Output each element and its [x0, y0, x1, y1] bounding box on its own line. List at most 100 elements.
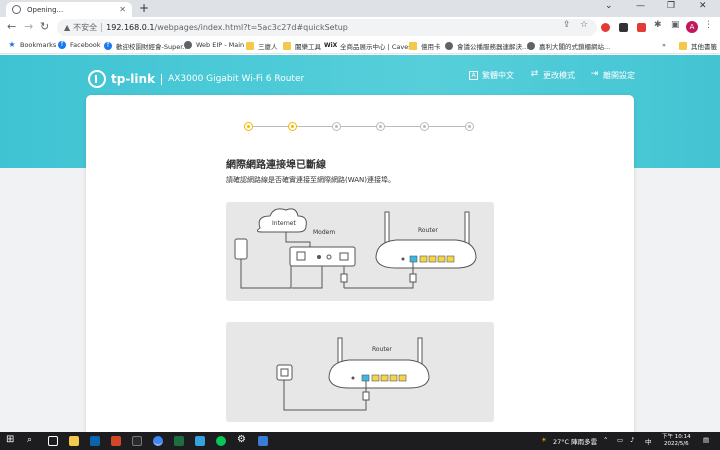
language-button[interactable]: A 繁體中文: [469, 70, 514, 81]
change-mode-button[interactable]: ⇄ 更改模式: [530, 70, 575, 81]
settings-gear-icon[interactable]: ⚙: [237, 434, 247, 445]
bookmark-item[interactable]: f Facebook: [58, 41, 101, 49]
loading-icon: [12, 5, 21, 14]
bookmark-item[interactable]: 嘉利大閣的式鎖櫃網站...: [527, 41, 610, 51]
facebook-icon: f: [58, 41, 66, 49]
star-icon: ★: [8, 40, 16, 49]
powerpoint-icon[interactable]: [111, 436, 121, 446]
network-icon[interactable]: ▭: [617, 436, 623, 444]
line-icon[interactable]: [216, 436, 226, 446]
menu-kebab-icon[interactable]: ⋮: [704, 20, 713, 30]
globe-icon: [445, 42, 453, 50]
chevron-right-icon: »: [662, 41, 666, 49]
new-tab-button[interactable]: +: [139, 1, 149, 15]
extension-dark-icon[interactable]: [619, 23, 628, 32]
divider: [101, 23, 103, 32]
excel-icon[interactable]: [174, 436, 184, 446]
minimize-button[interactable]: —: [636, 1, 645, 11]
weather-text[interactable]: 27°C 陣雨多雲: [553, 436, 597, 446]
step-6: [465, 122, 474, 131]
router-page: tp-link AX3000 Gigabit Wi-Fi 6 Router A …: [0, 55, 720, 432]
bookmark-label: 億用卡: [421, 43, 441, 51]
profile-avatar[interactable]: A: [686, 21, 698, 33]
app-icon[interactable]: [195, 436, 205, 446]
divider: [161, 73, 163, 85]
clock-date: 2022/5/6: [663, 441, 689, 447]
close-window-button[interactable]: ✕: [699, 1, 707, 11]
windows-start-icon[interactable]: ⊞: [6, 434, 16, 445]
bookmark-item[interactable]: f 歡迎校園財經會-Super...: [104, 41, 189, 51]
step-2: [288, 122, 297, 131]
bookmark-label: Web EIP - Main: [196, 41, 245, 49]
bookmark-item[interactable]: 億用卡: [409, 41, 441, 51]
maximize-button[interactable]: ❐: [667, 1, 675, 11]
bookmark-label: Facebook: [70, 41, 101, 49]
other-bookmarks-folder[interactable]: 其他書籤: [679, 41, 717, 51]
tp-link-logo-icon: [88, 70, 106, 88]
step-5: [420, 122, 429, 131]
notification-icon[interactable]: ▤: [703, 436, 709, 444]
url-text: 192.168.0.1/webpages/index.html?t=5ac3c2…: [106, 23, 348, 32]
tab-search-icon[interactable]: ⌄: [605, 1, 613, 11]
bookmark-label: 全商品展示中心 | Caves...: [340, 43, 418, 51]
url-host: 192.168.0.1: [106, 23, 155, 32]
page-title: 網際網路連接埠已斷線: [226, 160, 326, 171]
step-1: [244, 122, 253, 131]
step-4: [376, 122, 385, 131]
swap-icon: ⇄: [530, 69, 539, 79]
bookmark-item[interactable]: 闔樂工具: [283, 41, 321, 51]
chrome-icon[interactable]: [153, 436, 163, 446]
bookmark-label: 嘉利大閣的式鎖櫃網站...: [539, 43, 611, 51]
app-icon[interactable]: [258, 436, 268, 446]
bookmarks-more-button[interactable]: »: [662, 41, 666, 49]
app-icon[interactable]: [132, 436, 142, 446]
warning-icon: ▲: [64, 23, 71, 32]
connection-diagram-wall: Router: [226, 322, 494, 422]
chevron-up-icon[interactable]: ⌃: [603, 436, 608, 444]
volume-icon[interactable]: ♪: [630, 436, 634, 444]
forward-button[interactable]: →: [24, 20, 33, 33]
clock-time: 下午 10:14: [662, 434, 691, 440]
exit-setup-button[interactable]: ⇥ 離開設定: [590, 70, 635, 81]
back-button[interactable]: ←: [7, 20, 16, 33]
reload-button[interactable]: ↻: [40, 20, 49, 33]
step-3: [332, 122, 341, 131]
extensions-puzzle-icon[interactable]: ✱: [654, 20, 662, 30]
bookmark-label: 闔樂工具: [295, 43, 321, 51]
router-label: Router: [372, 346, 392, 353]
extension-record-icon[interactable]: [601, 23, 610, 32]
extension-red-icon[interactable]: [637, 23, 646, 32]
model-name: AX3000 Gigabit Wi-Fi 6 Router: [168, 74, 305, 84]
address-bar[interactable]: ▲ 不安全 192.168.0.1/webpages/index.html?t=…: [57, 19, 597, 36]
outlook-icon[interactable]: [90, 436, 100, 446]
bookmark-item[interactable]: 會議公播服務器連解決...: [445, 41, 528, 51]
task-view-icon[interactable]: [48, 436, 58, 446]
change-mode-label: 更改模式: [543, 71, 575, 80]
wix-icon: WiX: [324, 42, 338, 49]
file-explorer-icon[interactable]: [69, 436, 79, 446]
folder-icon: [283, 42, 291, 50]
bookmark-label: 三廈人: [258, 43, 278, 51]
share-icon[interactable]: ⇪: [563, 20, 571, 30]
bookmark-item[interactable]: 三廈人: [246, 41, 278, 51]
folder-icon: [246, 42, 254, 50]
bookmark-item[interactable]: ★ Bookmarks: [8, 40, 56, 50]
system-clock[interactable]: 下午 10:14 2022/5/6: [662, 434, 691, 448]
bookmark-item[interactable]: Web EIP - Main: [184, 41, 244, 49]
bookmark-item[interactable]: WiX 全商品展示中心 | Caves...: [324, 41, 418, 51]
facebook-icon: f: [104, 42, 112, 50]
router-label: Router: [418, 227, 438, 234]
tab-strip: Opening... ✕ + ⌄ — ❐ ✕: [0, 0, 720, 17]
internet-label: Internet: [272, 220, 296, 227]
side-panel-icon[interactable]: ▣: [671, 20, 680, 30]
tab-close-icon[interactable]: ✕: [119, 5, 126, 14]
search-icon[interactable]: ⌕: [27, 435, 37, 445]
browser-tab[interactable]: Opening... ✕: [6, 2, 132, 17]
bookmark-star-icon[interactable]: ☆: [580, 20, 588, 30]
language-indicator-icon[interactable]: 中: [645, 436, 652, 446]
step-progress: [244, 122, 474, 132]
language-label: 繁體中文: [482, 71, 514, 80]
folder-icon: [679, 42, 687, 50]
brand-name: tp-link: [111, 72, 156, 86]
bookmarks-bar: ★ Bookmarks f Facebook f 歡迎校園財經會-Super... W…: [0, 38, 720, 54]
